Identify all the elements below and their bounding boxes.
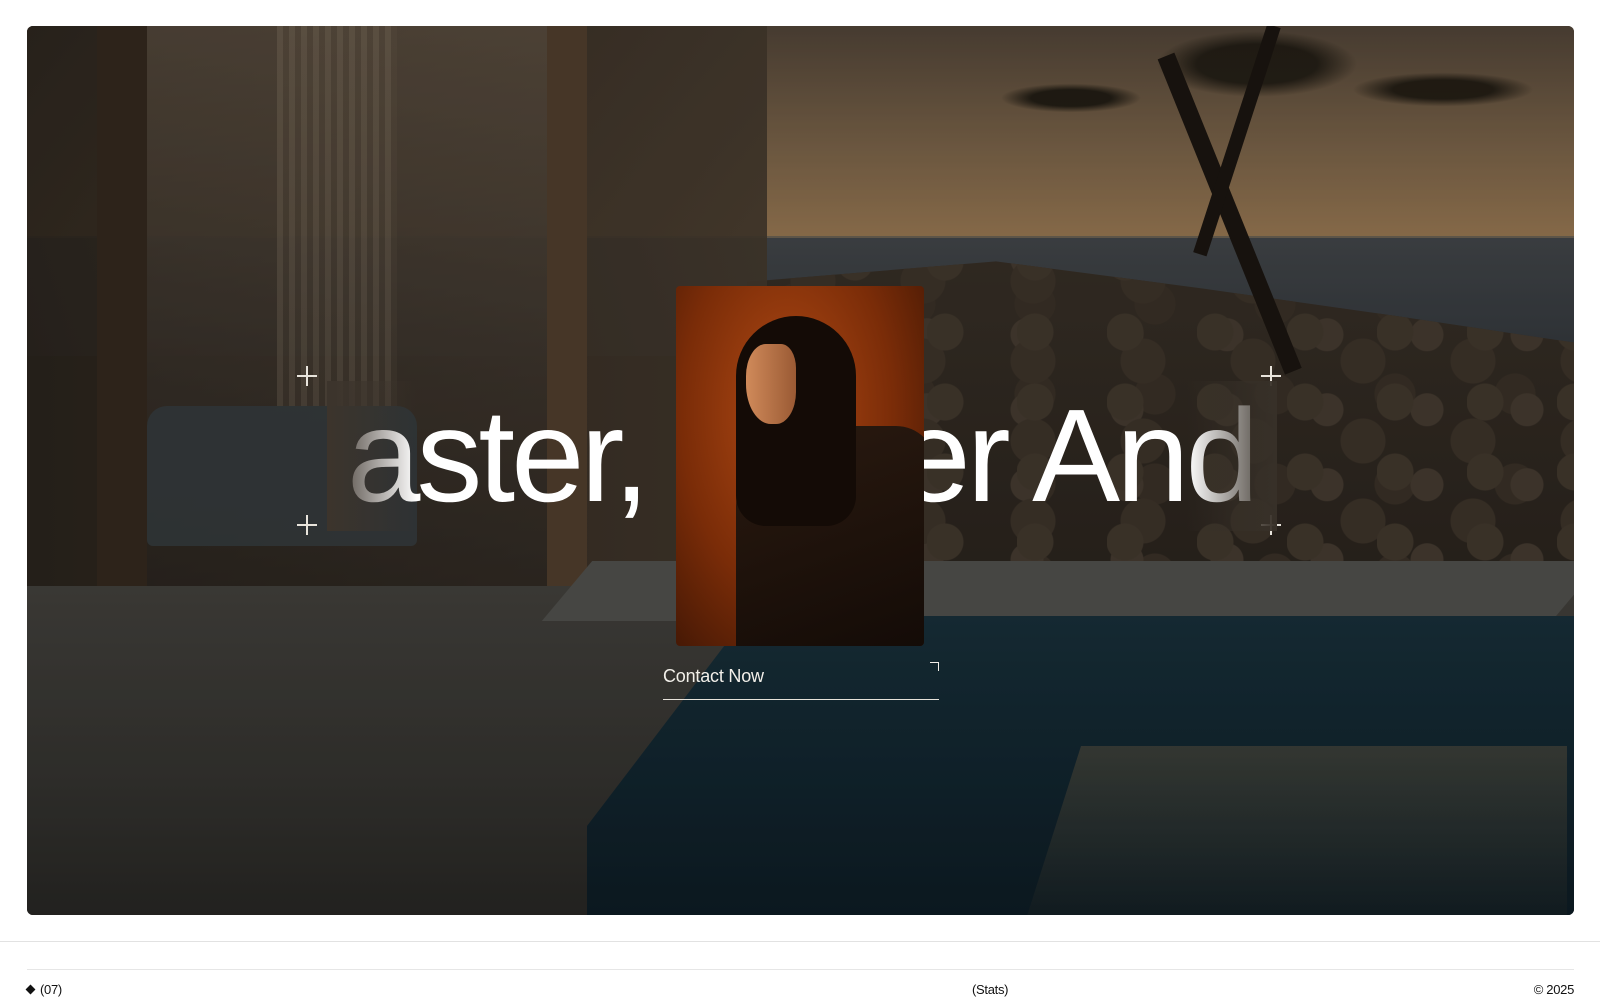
divider bbox=[27, 969, 1574, 970]
corner-arrow-icon bbox=[930, 662, 939, 671]
copyright: © 2025 bbox=[1533, 982, 1575, 997]
headline-fade-right bbox=[1187, 381, 1277, 531]
portrait-face bbox=[746, 344, 796, 424]
footer: (07) (Stats) © 2025 bbox=[25, 982, 1575, 998]
footer-count: (07) bbox=[25, 982, 62, 997]
portrait-hair bbox=[736, 316, 856, 526]
count-label: (07) bbox=[40, 982, 62, 997]
stats-label: (Stats) bbox=[972, 982, 1009, 997]
hero-section: aster, Better And C Contact Now bbox=[27, 26, 1574, 915]
headline-fade-left bbox=[327, 381, 417, 531]
portrait-image bbox=[676, 286, 924, 646]
divider bbox=[0, 941, 1600, 942]
plus-crosshair-icon bbox=[297, 366, 317, 386]
contact-label: Contact Now bbox=[663, 666, 764, 686]
plus-crosshair-icon bbox=[297, 515, 317, 535]
diamond-icon bbox=[25, 984, 36, 995]
contact-now-link[interactable]: Contact Now bbox=[663, 660, 939, 700]
